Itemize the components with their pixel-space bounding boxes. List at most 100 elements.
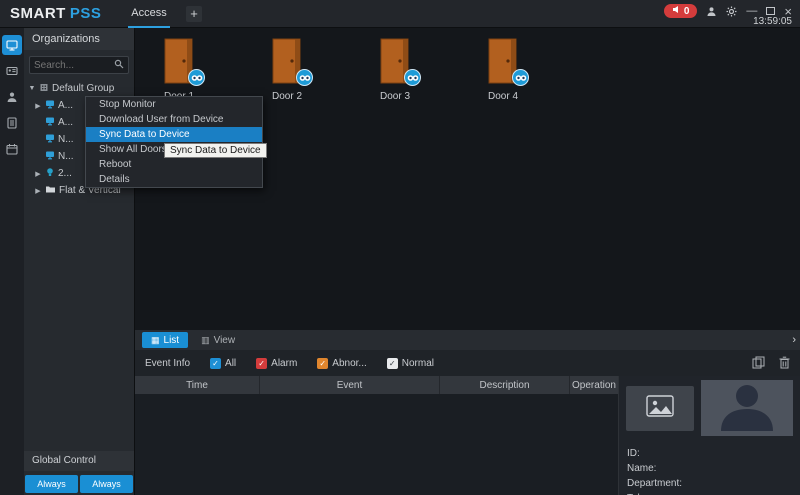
maximize-icon xyxy=(766,7,775,15)
brand-smart: SMART xyxy=(10,5,66,22)
checkbox-alarm[interactable]: ✓ xyxy=(256,358,267,369)
field-tel: Tel: xyxy=(627,491,682,495)
view-tab[interactable]: ▥ View xyxy=(192,332,244,348)
menu-item-sync-data[interactable]: Sync Data to Device xyxy=(86,127,262,142)
snapshot-placeholder xyxy=(626,386,694,431)
tab-access-label: Access xyxy=(131,7,166,19)
expand-arrow-icon[interactable]: ▶ xyxy=(34,170,42,178)
field-name: Name: xyxy=(627,461,682,476)
door-icon xyxy=(269,38,305,84)
list-tab[interactable]: ▦ List xyxy=(142,332,188,348)
document-icon[interactable] xyxy=(2,113,22,133)
app-logo: SMARTPSS xyxy=(10,0,101,28)
search-input[interactable] xyxy=(34,60,112,71)
alarm-badge[interactable]: 0 xyxy=(664,4,698,18)
collapse-arrow-icon[interactable]: ▼ xyxy=(28,85,36,92)
filter-all[interactable]: ✓ All xyxy=(210,358,236,369)
door-icon xyxy=(377,38,413,84)
device-icon xyxy=(45,133,55,146)
expand-arrow-icon[interactable]: ▶ xyxy=(34,187,42,195)
door-icon xyxy=(485,38,521,84)
filter-normal-label: Normal xyxy=(402,358,434,369)
global-control-buttons: Always Open Always Close xyxy=(25,475,133,493)
active-tab-indicator xyxy=(128,26,170,28)
door-status-badge-icon xyxy=(188,69,205,86)
brand-pss: PSS xyxy=(70,5,102,22)
door-status-badge-icon xyxy=(296,69,313,86)
checkbox-all[interactable]: ✓ xyxy=(210,358,221,369)
calendar-icon[interactable] xyxy=(2,139,22,159)
door-icon xyxy=(161,38,197,84)
menu-item-download-user[interactable]: Download User from Device xyxy=(86,112,262,127)
always-close-button[interactable]: Always Close xyxy=(80,475,133,493)
door-tile[interactable]: Door 3 xyxy=(360,38,430,102)
door-tile[interactable]: Door 4 xyxy=(468,38,538,102)
always-open-button[interactable]: Always Open xyxy=(25,475,78,493)
global-control-header: Global Control xyxy=(24,451,134,471)
filter-abnormal-label: Abnor... xyxy=(332,358,366,369)
filter-alarm[interactable]: ✓ Alarm xyxy=(256,358,297,369)
detail-panel: ID: Name: Department: Tel: xyxy=(618,376,800,495)
view-tab-label: View xyxy=(214,335,236,346)
checkbox-normal[interactable]: ✓ xyxy=(387,358,398,369)
filter-normal[interactable]: ✓ Normal xyxy=(387,358,434,369)
new-tab-button[interactable]: + xyxy=(186,6,202,22)
clock: 13:59:05 xyxy=(753,16,792,27)
trash-icon[interactable] xyxy=(779,356,790,372)
id-card-icon[interactable] xyxy=(2,61,22,81)
menu-tooltip: Sync Data to Device xyxy=(164,143,267,158)
alarm-count: 0 xyxy=(684,6,690,17)
column-header-operation: Operation xyxy=(570,376,618,394)
tree-item-label: 2... xyxy=(58,168,72,179)
device-context-menu: Stop Monitor Download User from Device S… xyxy=(85,96,263,188)
column-header-time: Time xyxy=(135,376,260,394)
event-filter-bar: Event Info ✓ All ✓ Alarm ✓ Abnor... ✓ No… xyxy=(135,350,800,376)
door-tile[interactable]: Door 2 xyxy=(252,38,322,102)
event-table-header: Time Event Description Operation xyxy=(135,376,618,394)
device-icon xyxy=(45,99,55,112)
door-status-badge-icon xyxy=(512,69,529,86)
tree-item-label: N... xyxy=(58,134,74,145)
picture-icon xyxy=(646,395,674,422)
export-icon[interactable] xyxy=(752,356,765,372)
door-label: Door 4 xyxy=(468,91,538,102)
person-icon[interactable] xyxy=(2,87,22,107)
tree-item-label: A... xyxy=(58,100,73,111)
console-monitor-icon[interactable] xyxy=(2,35,22,55)
gear-icon[interactable] xyxy=(726,5,737,18)
door-label: Door 3 xyxy=(360,91,430,102)
menu-item-stop-monitor[interactable]: Stop Monitor xyxy=(86,97,262,112)
filter-abnormal[interactable]: ✓ Abnor... xyxy=(317,358,366,369)
bulb-icon xyxy=(45,167,55,180)
tree-item-label: N... xyxy=(58,151,74,162)
titlebar: SMARTPSS Access + 0 — × 13:59:05 xyxy=(0,0,800,28)
view-grid-icon: ▥ xyxy=(201,335,210,346)
device-icon xyxy=(45,116,55,129)
device-icon xyxy=(45,150,55,163)
tree-item-label: A... xyxy=(58,117,73,128)
tab-access[interactable]: Access xyxy=(118,0,180,28)
person-photo-placeholder xyxy=(701,380,793,436)
field-id: ID: xyxy=(627,446,682,461)
person-fields: ID: Name: Department: Tel: xyxy=(627,446,682,495)
door-tile[interactable]: Door 1 xyxy=(144,38,214,102)
filter-alarm-label: Alarm xyxy=(271,358,297,369)
folder-icon xyxy=(45,184,56,197)
search-icon[interactable] xyxy=(114,56,124,74)
menu-item-reboot[interactable]: Reboot xyxy=(86,157,262,172)
user-icon[interactable] xyxy=(706,5,717,18)
checkbox-abnormal[interactable]: ✓ xyxy=(317,358,328,369)
search-box xyxy=(29,56,129,74)
field-department: Department: xyxy=(627,476,682,491)
module-icon-strip xyxy=(0,28,24,495)
speaker-icon xyxy=(672,5,681,17)
tree-item-default-group[interactable]: ▼ Default Group xyxy=(24,80,134,97)
menu-item-details[interactable]: Details xyxy=(86,172,262,187)
expand-arrow-icon[interactable]: ▶ xyxy=(34,102,42,110)
organizations-header: Organizations xyxy=(24,28,134,50)
chevron-right-icon[interactable]: › xyxy=(792,334,796,346)
smartpss-window: SMARTPSS Access + 0 — × 13:59:05 xyxy=(0,0,800,495)
event-bar-actions xyxy=(752,356,790,372)
column-header-description: Description xyxy=(440,376,570,394)
filter-all-label: All xyxy=(225,358,236,369)
